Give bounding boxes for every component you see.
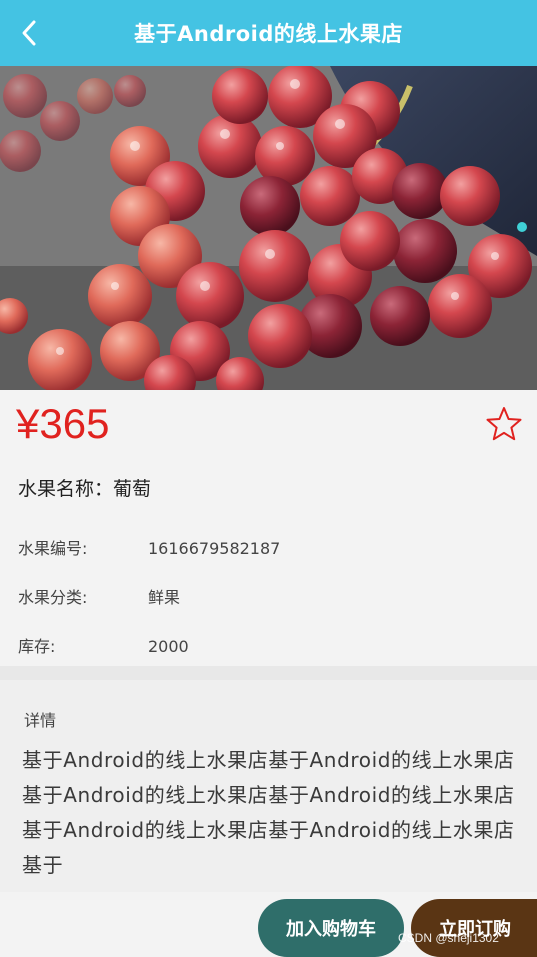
detail-section: 详情 基于Android的线上水果店基于Android的线上水果店基于Andro… xyxy=(0,680,537,892)
section-divider xyxy=(0,666,537,680)
back-button[interactable] xyxy=(14,16,44,50)
info-row-stock: 库存: 2000 xyxy=(18,633,189,657)
grapes-image xyxy=(0,66,537,390)
carousel-indicator[interactable] xyxy=(517,222,527,232)
add-to-cart-button[interactable]: 加入购物车 xyxy=(258,899,404,957)
action-bar: 加入购物车 立即订购 xyxy=(0,892,537,957)
product-name: 水果名称：葡萄 xyxy=(18,474,151,501)
chevron-left-icon xyxy=(22,20,36,46)
star-outline-icon xyxy=(486,407,522,441)
product-name-value: 葡萄 xyxy=(113,478,152,500)
info-row-category: 水果分类: 鲜果 xyxy=(18,584,180,608)
field-value: 鲜果 xyxy=(148,588,181,607)
info-row-id: 水果编号: 1616679582187 xyxy=(18,535,280,559)
field-value: 2000 xyxy=(148,637,189,656)
field-value: 1616679582187 xyxy=(148,539,281,558)
app-header: 基于Android的线上水果店 xyxy=(0,0,537,66)
buy-now-button[interactable]: 立即订购 xyxy=(411,899,537,957)
detail-heading: 详情 xyxy=(24,711,57,730)
product-price: ¥365 xyxy=(16,400,110,447)
field-label: 水果编号: xyxy=(18,539,88,558)
price-section: ¥365 xyxy=(0,390,537,462)
field-label: 水果分类: xyxy=(18,588,88,607)
watermark: CSDN @sheji1302 xyxy=(398,931,499,945)
page-title: 基于Android的线上水果店 xyxy=(134,22,403,46)
detail-text: 基于Android的线上水果店基于Android的线上水果店基于Android的… xyxy=(22,748,515,877)
field-label: 库存: xyxy=(18,637,56,656)
favorite-button[interactable] xyxy=(484,404,524,444)
product-image xyxy=(0,66,537,390)
product-name-label: 水果名称： xyxy=(18,478,114,500)
